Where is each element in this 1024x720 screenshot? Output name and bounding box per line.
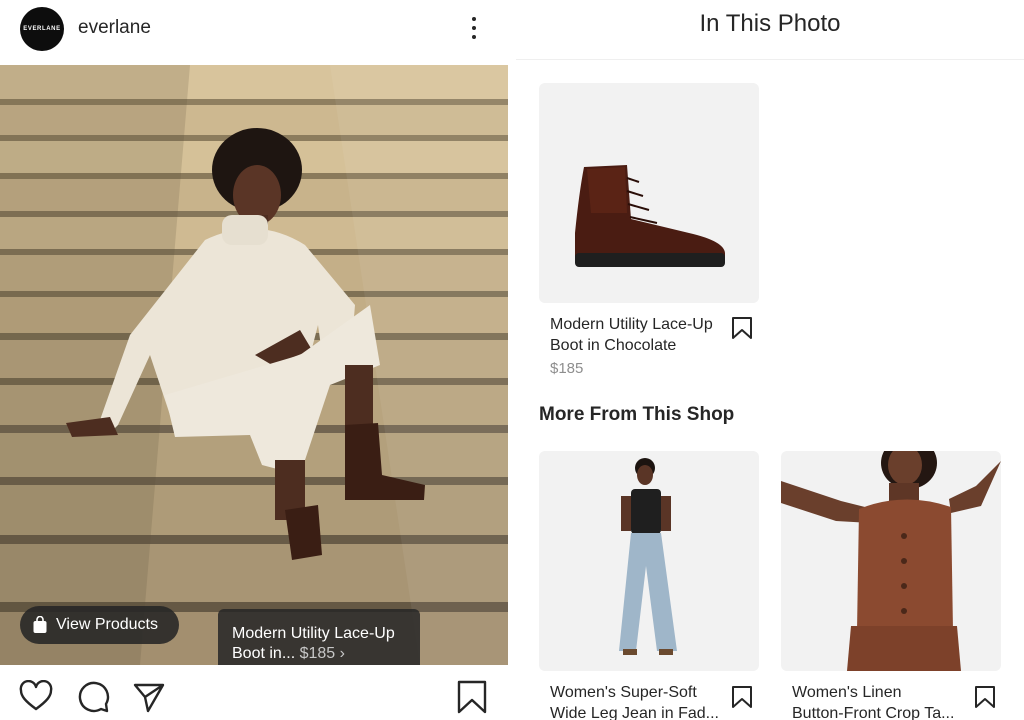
bookmark-icon[interactable] — [974, 685, 996, 709]
post-photo[interactable]: Modern Utility Lace-Up Boot in... $185 › — [0, 65, 508, 665]
featured-product-image[interactable] — [539, 83, 759, 303]
heart-icon[interactable] — [19, 680, 53, 714]
shopping-bag-icon — [33, 616, 47, 633]
username[interactable]: everlane — [78, 17, 151, 39]
in-this-photo-panel: In This Photo Modern Utility Lace-Up Boo… — [516, 0, 1024, 720]
linen-top-illustration — [781, 451, 1001, 671]
jeans-illustration — [619, 458, 677, 655]
avatar[interactable]: EVERLANE — [20, 7, 64, 51]
send-icon[interactable] — [132, 680, 166, 714]
product-tag-price: $185 — [299, 645, 336, 662]
view-products-button[interactable]: View Products — [20, 606, 179, 644]
comment-icon[interactable] — [76, 680, 110, 714]
view-products-label: View Products — [56, 616, 158, 633]
featured-product-price: $185 — [550, 360, 584, 377]
bookmark-icon[interactable] — [731, 316, 753, 340]
photo-illustration — [0, 65, 508, 665]
panel-title: In This Photo — [699, 10, 841, 37]
post-actions — [0, 666, 508, 720]
post-header: EVERLANE everlane — [0, 0, 508, 60]
more-product-title[interactable]: Women's Super-Soft Wide Leg Jean in Fad.… — [550, 682, 725, 720]
product-tag-line2: Boot in... $185 › — [232, 645, 345, 662]
more-vertical-icon[interactable] — [466, 14, 482, 42]
more-from-shop-title: More From This Shop — [539, 404, 735, 425]
bookmark-icon[interactable] — [731, 685, 753, 709]
more-product-image[interactable] — [781, 451, 1001, 671]
divider — [516, 59, 1024, 60]
bookmark-icon[interactable] — [455, 680, 489, 714]
featured-product-title[interactable]: Modern Utility Lace-Up Boot in Chocolate — [550, 314, 725, 356]
post: EVERLANE everlane Modern Utility Lace-Up… — [0, 0, 508, 720]
more-product-image[interactable] — [539, 451, 759, 671]
product-tag[interactable]: Modern Utility Lace-Up Boot in... $185 › — [218, 609, 420, 665]
boot-illustration — [575, 165, 725, 267]
more-product-title[interactable]: Women's Linen Button-Front Crop Ta... — [792, 682, 967, 720]
product-tag-title: Modern Utility Lace-Up — [232, 625, 395, 642]
